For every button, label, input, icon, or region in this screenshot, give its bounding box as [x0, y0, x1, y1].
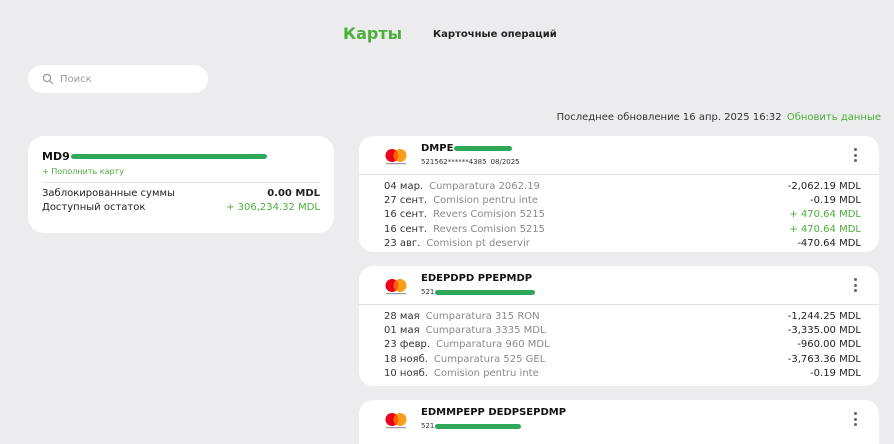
transaction-desc: Comision pentru inte — [433, 195, 538, 207]
transaction-row[interactable]: 01 мая Cumparatura 3335 MDL -3,335.00 MD… — [384, 323, 861, 337]
card-number-line: 521562******4385 08/2025 — [421, 158, 520, 166]
transaction-amount: + 470.64 MDL — [789, 209, 861, 221]
transaction-row[interactable]: 28 мая Cumparatura 315 RON -1,244.25 MDL — [384, 309, 861, 323]
transaction-date: 10 нояб. — [384, 368, 428, 380]
mastercard-logo-icon — [383, 148, 409, 165]
card-number: 521562******4385 — [421, 158, 487, 166]
refresh-link[interactable]: Обновить данные — [787, 112, 881, 123]
card-header: DMPE 521562******4385 08/2025 — [359, 136, 879, 175]
last-update-text: Последнее обновление 16 апр. 2025 16:32 — [556, 112, 782, 123]
account-number: MD9 — [42, 150, 320, 163]
transaction-amount: -0.19 MDL — [810, 368, 861, 380]
card-number: 521 — [421, 288, 435, 296]
card-panel[interactable]: DMPE 521562******4385 08/2025 04 мар. Cu… — [359, 136, 879, 252]
transaction-amount: -1,244.25 MDL — [787, 310, 861, 322]
search-input[interactable]: Поиск — [28, 65, 208, 93]
blocked-value: 0.00 MDL — [267, 188, 320, 199]
transaction-row[interactable]: 18 нояб. Cumparatura 525 GEL -3,763.36 M… — [384, 352, 861, 366]
transaction-date: 28 мая — [384, 310, 420, 322]
transaction-desc: Revers Comision 5215 — [433, 223, 546, 235]
transaction-amount: -960.00 MDL — [797, 339, 861, 351]
search-placeholder: Поиск — [60, 73, 92, 85]
account-number-prefix: MD9 — [42, 150, 70, 163]
card-number: 521 — [421, 422, 435, 430]
card-expiry: 08/2025 — [490, 158, 520, 166]
header: Карты Карточные операций — [0, 24, 894, 48]
masked-name — [454, 146, 513, 151]
transaction-date: 23 авг. — [384, 238, 421, 250]
transaction-list: 28 мая Cumparatura 315 RON -1,244.25 MDL… — [359, 305, 879, 381]
transaction-row[interactable]: 10 нояб. Comision pentru inte -0.19 MDL — [384, 367, 861, 381]
available-value: + 306,234.32 MDL — [226, 202, 320, 213]
transaction-amount: + 470.64 MDL — [789, 223, 861, 235]
card-holder-name: EDEPDPD PPEPMDP — [421, 273, 533, 284]
more-menu-icon[interactable] — [853, 278, 857, 292]
transaction-row[interactable]: 23 февр. Cumparatura 960 MDL -960.00 MDL — [384, 338, 861, 352]
mastercard-logo-icon — [383, 278, 409, 295]
transaction-desc: Cumparatura 3335 MDL — [425, 325, 546, 337]
card-header: EDMMPEPP DEDPSEPDMP 521 — [359, 400, 879, 438]
transaction-desc: Cumparatura 525 GEL — [433, 353, 546, 365]
transaction-amount: -3,335.00 MDL — [787, 325, 861, 337]
card-panel[interactable]: EDMMPEPP DEDPSEPDMP 521 — [359, 400, 879, 444]
transaction-date: 18 нояб. — [384, 353, 428, 365]
transaction-desc: Comision pt deservir — [426, 238, 530, 250]
more-menu-icon[interactable] — [853, 148, 857, 162]
search-icon — [42, 73, 54, 85]
transaction-desc: Comision pentru inte — [433, 368, 539, 380]
transaction-amount: -0.19 MDL — [810, 195, 861, 207]
topup-card-link[interactable]: + Пополнить карту — [42, 167, 320, 176]
transaction-row[interactable]: 16 сент. Revers Comision 5215 + 470.64 M… — [384, 208, 861, 222]
transaction-date: 04 мар. — [384, 180, 424, 192]
transaction-date: 16 сент. — [384, 209, 428, 221]
masked-card-number — [435, 423, 522, 429]
card-holder-name: DMPE — [421, 143, 513, 154]
masked-card-number — [435, 289, 536, 295]
transaction-date: 01 мая — [384, 325, 420, 337]
card-number-line: 521 — [421, 422, 522, 430]
available-row: Доступный остаток + 306,234.32 MDL — [42, 201, 320, 215]
divider — [42, 182, 320, 183]
card-holder-name: EDMMPEPP DEDPSEPDMP — [421, 407, 567, 418]
card-name-text: DMPE — [421, 143, 454, 154]
blocked-row: Заблокированные суммы 0.00 MDL — [42, 187, 320, 201]
transaction-desc: Revers Comision 5215 — [433, 209, 546, 221]
card-header: EDEPDPD PPEPMDP 521 — [359, 266, 879, 305]
transaction-date: 23 февр. — [384, 339, 431, 351]
transaction-desc: Cumparatura 315 RON — [425, 310, 540, 322]
available-label: Доступный остаток — [42, 202, 146, 213]
transaction-desc: Cumparatura 2062.19 — [429, 180, 540, 192]
transaction-row[interactable]: 04 мар. Cumparatura 2062.19 -2,062.19 MD… — [384, 179, 861, 193]
card-panel[interactable]: EDEPDPD PPEPMDP 521 28 мая Cumparatura 3… — [359, 266, 879, 386]
transaction-list: 04 мар. Cumparatura 2062.19 -2,062.19 MD… — [359, 175, 879, 251]
transaction-date: 16 сент. — [384, 223, 428, 235]
transaction-amount: -470.64 MDL — [797, 238, 861, 250]
transaction-desc: Cumparatura 960 MDL — [436, 339, 550, 351]
transaction-row[interactable]: 27 сент. Comision pentru inte -0.19 MDL — [384, 193, 861, 207]
transaction-amount: -3,763.36 MDL — [787, 353, 861, 365]
card-number-line: 521 — [421, 288, 536, 296]
transaction-date: 27 сент. — [384, 195, 428, 207]
mastercard-logo-icon — [383, 412, 409, 429]
last-update: Последнее обновление 16 апр. 2025 16:32 … — [557, 112, 881, 123]
account-card: MD9 + Пополнить карту Заблокированные су… — [28, 136, 334, 233]
more-menu-icon[interactable] — [853, 412, 857, 426]
transaction-row[interactable]: 23 авг. Comision pt deservir -470.64 MDL — [384, 237, 861, 251]
transaction-amount: -2,062.19 MDL — [787, 180, 861, 192]
transaction-row[interactable]: 16 сент. Revers Comision 5215 + 470.64 M… — [384, 222, 861, 236]
masked-account-number — [70, 154, 267, 159]
blocked-label: Заблокированные суммы — [42, 188, 175, 199]
tab-cards[interactable]: Карты — [343, 24, 402, 43]
tab-card-operations[interactable]: Карточные операций — [433, 29, 557, 40]
